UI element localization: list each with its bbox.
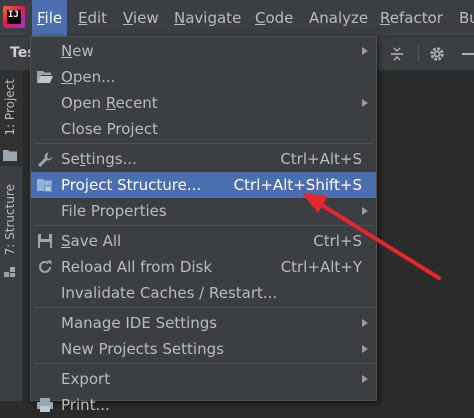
menu-item-file-properties[interactable]: File Properties — [31, 198, 376, 224]
project-tool-tab-label: 1: Project — [3, 79, 17, 136]
submenu-arrow-icon — [362, 99, 368, 107]
reload-icon — [39, 260, 52, 273]
open-folder-icon — [37, 71, 53, 83]
left-tool-strip: 1: Project 7: Structure — [0, 71, 23, 401]
structure-icon — [4, 267, 15, 277]
print-icon — [37, 398, 53, 412]
menu-item-project-structure[interactable]: Project Structure... Ctrl+Alt+Shift+S — [31, 172, 376, 198]
structure-tool-tab[interactable]: 7: Structure — [0, 176, 22, 286]
menu-item-reload-all[interactable]: Reload All from Disk Ctrl+Alt+Y — [31, 254, 376, 280]
shortcut-label: Ctrl+Alt+S — [280, 150, 362, 168]
save-icon — [38, 234, 52, 248]
submenu-arrow-icon — [362, 345, 368, 353]
project-tool-tab[interactable]: 1: Project — [0, 71, 22, 166]
submenu-arrow-icon — [362, 47, 368, 55]
menu-bar: IJ File Edit View Navigate Code Analyze … — [0, 0, 474, 37]
menu-item-manage-ide-settings[interactable]: Manage IDE Settings — [31, 310, 376, 336]
menu-item-new[interactable]: New — [31, 38, 376, 64]
menu-item-invalidate-caches[interactable]: Invalidate Caches / Restart... — [31, 280, 376, 306]
menu-refactor[interactable]: Refactor — [375, 0, 448, 36]
menu-item-settings[interactable]: Settings... Ctrl+Alt+S — [31, 146, 376, 172]
menu-view[interactable]: View — [118, 0, 164, 36]
menu-item-close-project[interactable]: Close Project — [31, 116, 376, 142]
submenu-arrow-icon — [362, 319, 368, 327]
shortcut-label: Ctrl+Alt+Y — [280, 258, 362, 276]
menu-item-open[interactable]: Open... — [31, 64, 376, 90]
menu-separator — [33, 143, 374, 144]
shortcut-label: Ctrl+S — [313, 232, 362, 250]
menu-build[interactable]: Bu — [454, 0, 474, 36]
menu-file[interactable]: File — [32, 0, 68, 36]
logo-text: IJ — [7, 10, 21, 24]
menu-item-export[interactable]: Export — [31, 366, 376, 392]
menu-separator — [33, 225, 374, 226]
menu-code[interactable]: Code — [250, 0, 298, 36]
menu-item-print[interactable]: Print... — [31, 392, 376, 418]
toolbar-separator — [418, 45, 419, 63]
menu-separator — [33, 363, 374, 364]
hide-icon[interactable] — [458, 45, 474, 63]
menu-item-new-projects-settings[interactable]: New Projects Settings — [31, 336, 376, 362]
shortcut-label: Ctrl+Alt+Shift+S — [233, 176, 362, 194]
menu-analyze[interactable]: Analyze — [304, 0, 373, 36]
file-menu-dropdown: New Open... Open Recent Close Project Se… — [30, 36, 377, 414]
project-structure-icon — [37, 179, 52, 192]
collapse-icon[interactable] — [388, 45, 406, 63]
wrench-icon — [38, 152, 53, 167]
menu-item-open-recent[interactable]: Open Recent — [31, 90, 376, 116]
folder-icon — [3, 150, 17, 161]
menu-navigate[interactable]: Navigate — [169, 0, 246, 36]
menu-edit[interactable]: Edit — [73, 0, 112, 36]
menu-item-save-all[interactable]: Save All Ctrl+S — [31, 228, 376, 254]
submenu-arrow-icon — [362, 375, 368, 383]
intellij-logo-icon: IJ — [3, 6, 25, 28]
menu-separator — [33, 307, 374, 308]
editor-area — [376, 71, 474, 401]
submenu-arrow-icon — [362, 207, 368, 215]
gear-icon[interactable] — [428, 45, 446, 63]
structure-tool-tab-label: 7: Structure — [3, 184, 17, 256]
